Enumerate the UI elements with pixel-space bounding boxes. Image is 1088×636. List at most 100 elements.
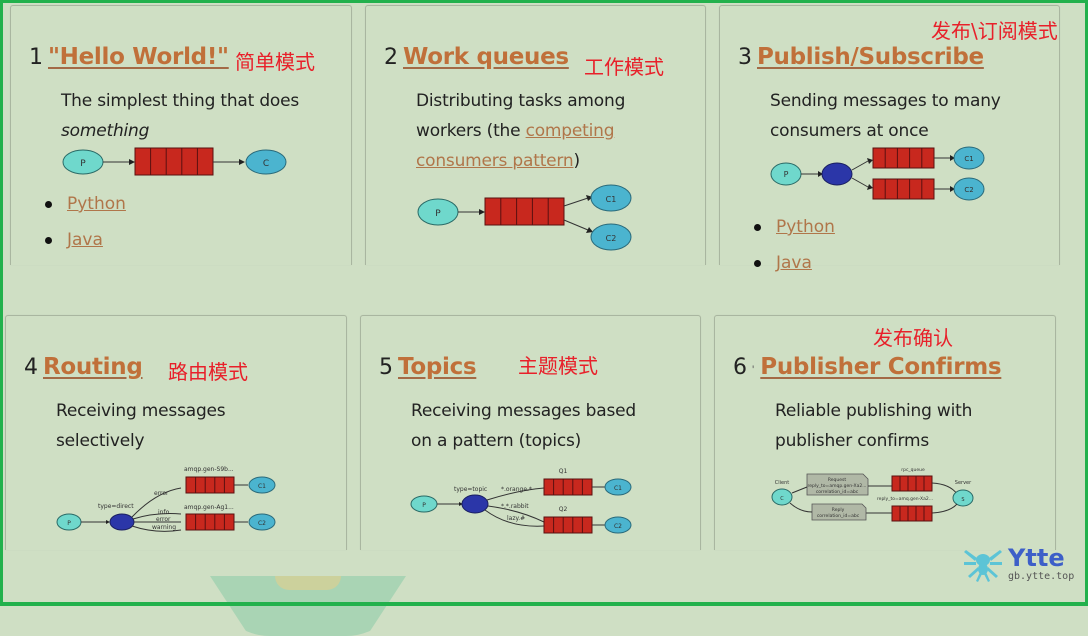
queue-box	[484, 197, 565, 226]
arrowhead-icon	[479, 209, 485, 215]
chinese-annotation: 发布\订阅模式	[931, 19, 1058, 43]
language-links: Python Java	[39, 186, 126, 258]
publish-subscribe-diagram: P C1 C2	[770, 146, 985, 201]
consumer-label: C2	[964, 186, 973, 194]
exchange-node	[821, 162, 853, 186]
server-label: Server	[955, 480, 972, 486]
queue-box	[891, 505, 933, 522]
exchange-node	[109, 513, 135, 531]
chinese-annotation: 简单模式	[235, 50, 315, 74]
tutorial-description: Distributing tasks among workers (the co…	[416, 86, 625, 176]
queue-box	[185, 513, 235, 531]
list-item: Python	[748, 209, 835, 245]
queue-box	[872, 178, 935, 200]
description-line: consumers at once	[770, 121, 929, 141]
rpc-queue-name: rpc_queue	[901, 467, 925, 473]
work-queues-diagram: P C1 C2	[417, 184, 632, 251]
java-link[interactable]: Java	[67, 230, 103, 250]
arrowhead-icon	[106, 520, 110, 524]
queue-box	[891, 475, 933, 492]
tutorial-card-publisher-confirms: 发布确认 6 ' Publisher Confirms Reliable pub…	[714, 315, 1056, 550]
exchange-node	[461, 494, 489, 514]
card-title-row: 5 Topics	[379, 354, 477, 380]
ytte-watermark: Ytte gb.ytte.top	[962, 545, 1074, 583]
reply-correlation: correlation_id=abc	[817, 513, 860, 519]
producer-label: P	[67, 520, 71, 527]
description-text: )	[573, 151, 581, 171]
python-link[interactable]: Python	[776, 217, 835, 237]
consumer-label: C1	[614, 485, 622, 492]
tutorial-number: 4	[24, 355, 38, 380]
tutorial-description: The simplest thing that does something	[61, 86, 299, 146]
tutorial-title-link[interactable]: "Hello World!"	[48, 44, 229, 70]
card-title-row: 1 "Hello World!"	[29, 44, 229, 70]
tutorial-number: 2	[384, 45, 398, 70]
description-emphasis: something	[61, 121, 150, 141]
exchange-type-label: type=topic	[454, 486, 487, 493]
consumers-pattern-link[interactable]: consumers pattern	[416, 151, 574, 171]
routing-diagram: P type=direct error info error warning a…	[56, 466, 276, 532]
watermark-name: Ytte	[1008, 544, 1065, 572]
binding-label: *.orange.*	[501, 486, 532, 493]
publisher-confirms-diagram: Client C Request reply_to=amqp.gen-Xa2..…	[771, 467, 974, 522]
queue-name: Q2	[559, 506, 568, 513]
binding-label: lazy.#	[507, 515, 525, 522]
chinese-annotation: 工作模式	[584, 55, 664, 79]
tutorial-card-topics: 5 Topics 主题模式 Receiving messages based o…	[360, 315, 701, 550]
consumer-label: C2	[258, 520, 266, 527]
reply-title: Reply	[832, 507, 845, 513]
queue-box	[543, 516, 593, 534]
description-line: Distributing tasks among	[416, 91, 626, 111]
consumer-label: C1	[964, 155, 973, 163]
tutorial-card-hello-world: 1 "Hello World!" 简单模式 The simplest thing…	[10, 5, 352, 265]
description-line: Receiving messages based	[411, 401, 636, 421]
description-line: on a pattern (topics)	[411, 431, 582, 451]
tutorial-title-link[interactable]: Publish/Subscribe	[757, 44, 984, 70]
tutorial-card-work-queues: 2 Work queues 工作模式 Distributing tasks am…	[365, 5, 706, 265]
consumer-label: C	[263, 159, 269, 169]
client-label: Client	[775, 480, 790, 486]
consumer-label: C1	[606, 195, 617, 204]
consumer-label: C1	[258, 483, 266, 490]
tutorial-title-link[interactable]: Publisher Confirms	[760, 354, 1001, 380]
reply-edge	[789, 502, 813, 513]
description-line: The simplest thing that does	[61, 91, 300, 111]
stray-mark: '	[752, 363, 755, 377]
competing-link[interactable]: competing	[526, 121, 615, 141]
description-line: Sending messages to many	[770, 91, 1001, 111]
queue-name: amqp.gen-Ag1...	[184, 504, 234, 511]
topics-diagram: P type=topic *.orange.* *.*.rabbit lazy.…	[410, 468, 632, 534]
spider-logo-icon	[964, 550, 1002, 582]
arrowhead-icon	[129, 159, 135, 165]
decorative-arc-inner	[275, 576, 341, 590]
description-text: workers (the	[416, 121, 526, 141]
list-item: Python	[39, 186, 126, 222]
producer-label: P	[435, 209, 441, 219]
binding-label: error	[154, 490, 169, 497]
card-title-row: 3 Publish/Subscribe	[738, 44, 984, 70]
card-title-row: 2 Work queues	[384, 44, 569, 70]
python-link[interactable]: Python	[67, 194, 126, 214]
binding-label: warning	[152, 524, 176, 531]
tutorial-card-routing: 4 Routing 路由模式 Receiving messages select…	[5, 315, 347, 550]
queue-edge	[931, 482, 958, 495]
description-line: Receiving messages	[56, 401, 226, 421]
chinese-annotation: 主题模式	[518, 354, 598, 378]
server-node-label: S	[961, 497, 964, 503]
tutorial-title-link[interactable]: Routing	[43, 354, 143, 380]
tutorial-title-link[interactable]: Work queues	[403, 44, 569, 70]
tutorial-title-link[interactable]: Topics	[398, 354, 477, 380]
tutorial-number: 1	[29, 45, 43, 70]
chinese-annotation: 发布确认	[873, 326, 953, 350]
tutorial-description: Receiving messages based on a pattern (t…	[411, 396, 636, 456]
hello-world-diagram: P C	[62, 147, 287, 176]
queue-box	[134, 147, 214, 176]
description-line: Reliable publishing with	[775, 401, 973, 421]
queue-box	[872, 147, 935, 169]
java-link[interactable]: Java	[776, 253, 812, 273]
binding-label: *.*.rabbit	[501, 503, 529, 510]
card-title-row: 4 Routing	[24, 354, 143, 380]
consumer-label: C2	[614, 523, 622, 530]
binding-label: info	[158, 509, 170, 516]
binding-label: error	[156, 516, 171, 523]
